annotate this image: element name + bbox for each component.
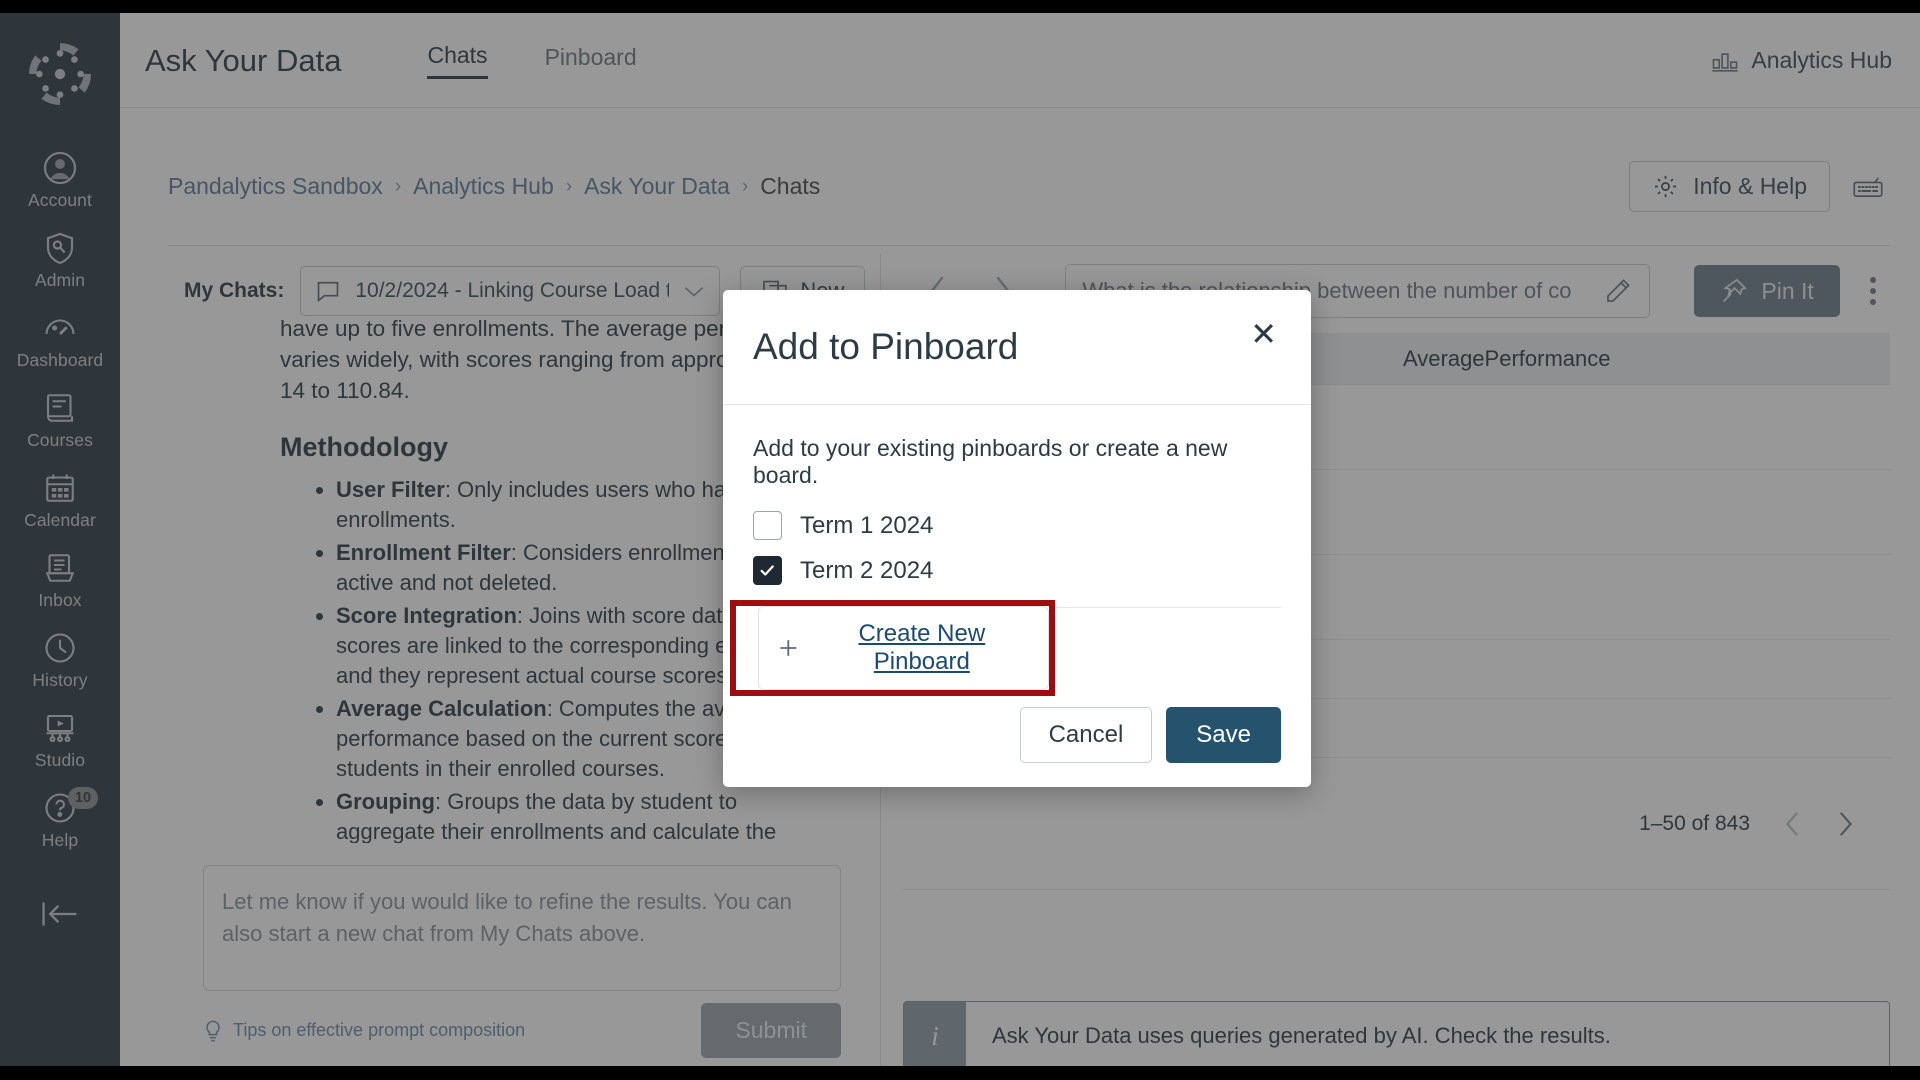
save-button[interactable]: Save [1166,707,1281,763]
checkbox-label: Term 1 2024 [800,511,934,539]
checkbox-box [753,511,782,540]
dialog-description: Add to your existing pinboards or create… [753,435,1228,488]
highlight-callout: Create New Pinboard [730,600,1055,696]
dialog-title: Add to Pinboard [753,326,1019,367]
dialog-footer: Cancel Save [723,683,1311,787]
screen-root: Account Admin Dashboard [0,0,1920,1080]
create-new-pinboard-button-highlighted[interactable]: Create New Pinboard [777,620,1030,676]
close-icon[interactable]: ✕ [1240,312,1287,356]
checkbox-term-1-2024[interactable]: Term 1 2024 [753,511,1281,540]
add-to-pinboard-dialog: Add to Pinboard ✕ Add to your existing p… [723,290,1311,787]
callout-inner-box: Create New Pinboard [758,606,1049,690]
dialog-header: Add to Pinboard ✕ [723,290,1311,405]
checkbox-box [753,556,782,585]
create-new-pinboard-label: Create New Pinboard [858,620,986,675]
plus-icon [780,640,797,656]
checkbox-term-2-2024[interactable]: Term 2 2024 [753,556,1281,585]
cancel-button[interactable]: Cancel [1019,707,1153,763]
check-icon [760,565,774,576]
checkbox-label: Term 2 2024 [800,556,934,584]
